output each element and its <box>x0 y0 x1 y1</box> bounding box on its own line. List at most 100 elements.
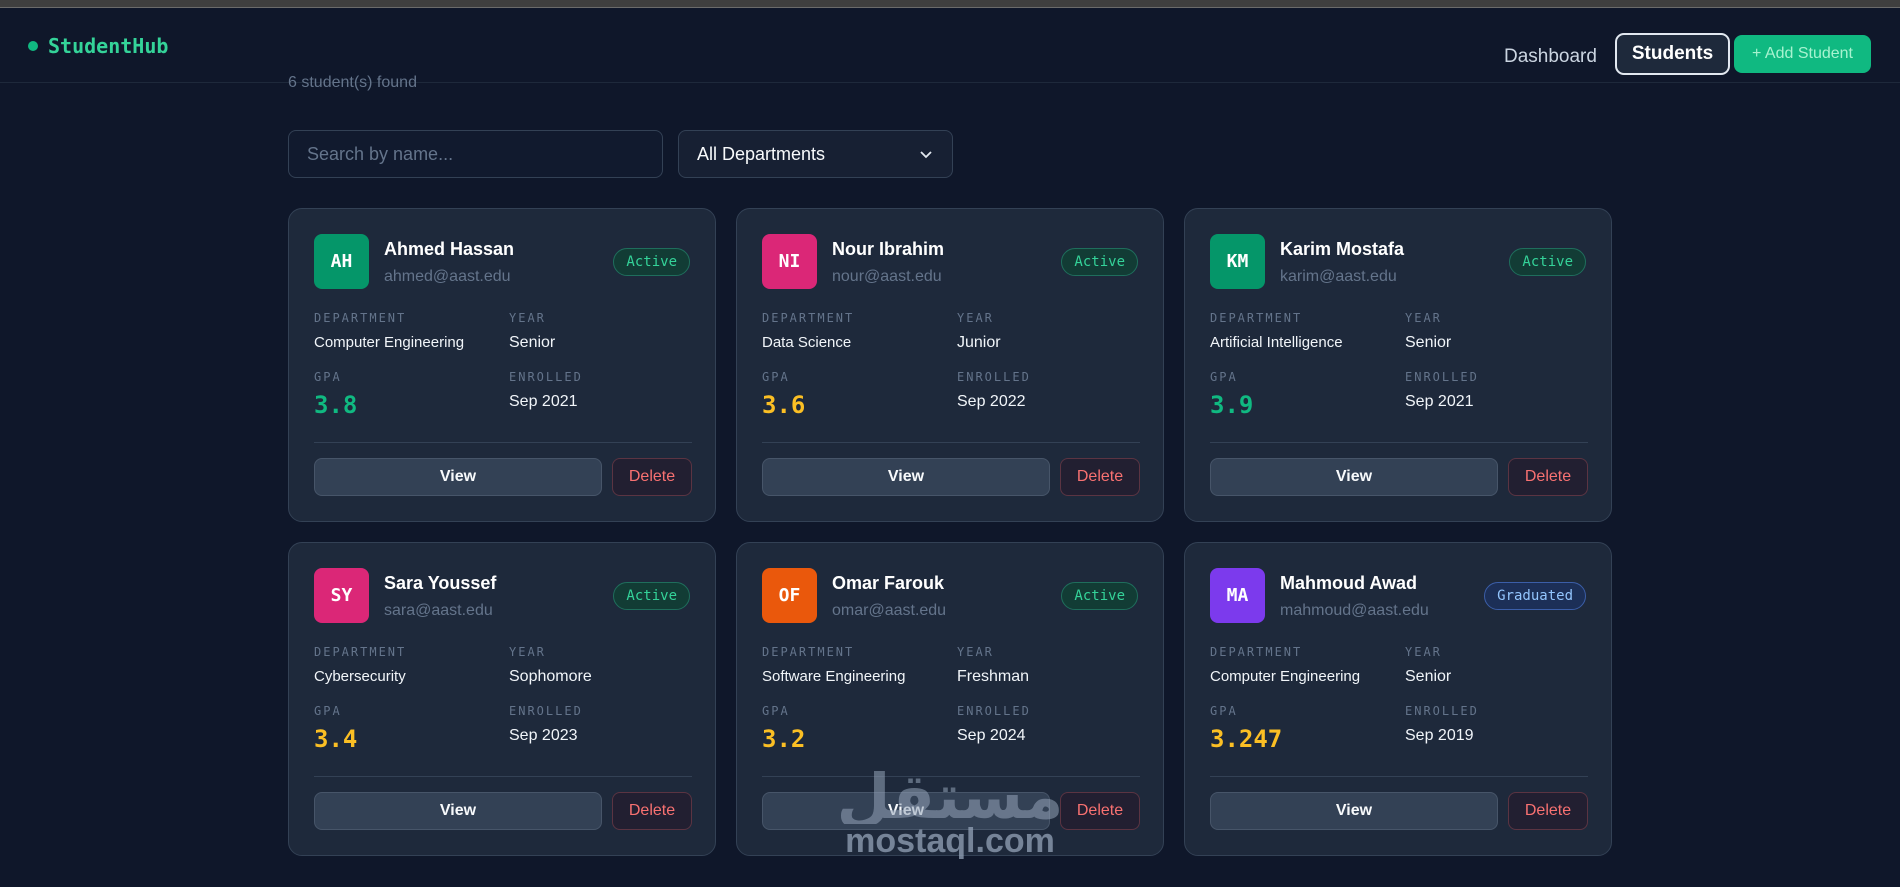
year-value: Senior <box>509 334 556 351</box>
department-label: DEPARTMENT <box>1210 311 1303 325</box>
enrolled-value: Sep 2021 <box>1405 393 1474 410</box>
student-avatar: MA <box>1210 568 1265 623</box>
department-label: DEPARTMENT <box>762 311 855 325</box>
enrolled-value: Sep 2023 <box>509 727 578 744</box>
student-email: mahmoud@aast.edu <box>1280 602 1429 619</box>
nav-students-link[interactable]: Students <box>1615 33 1730 75</box>
add-student-button[interactable]: + Add Student <box>1734 35 1871 73</box>
student-email: nour@aast.edu <box>832 268 942 285</box>
enrolled-label: ENROLLED <box>1405 704 1479 718</box>
enrolled-value: Sep 2019 <box>1405 727 1474 744</box>
student-email: sara@aast.edu <box>384 602 493 619</box>
department-label: DEPARTMENT <box>1210 645 1303 659</box>
enrolled-label: ENROLLED <box>509 704 583 718</box>
gpa-value: 3.8 <box>314 391 358 419</box>
enrolled-value: Sep 2024 <box>957 727 1026 744</box>
status-badge: Active <box>1061 248 1138 276</box>
results-count: 6 student(s) found <box>288 74 417 91</box>
gpa-value: 3.9 <box>1210 391 1254 419</box>
year-label: YEAR <box>957 311 994 325</box>
watermark-logo: مستقل <box>837 760 1064 833</box>
card-divider <box>1210 776 1588 777</box>
gpa-label: GPA <box>314 704 342 718</box>
year-label: YEAR <box>509 311 546 325</box>
student-card: KM Karim Mostafa karim@aast.edu Active D… <box>1184 208 1612 522</box>
year-label: YEAR <box>509 645 546 659</box>
department-value: Computer Engineering <box>314 334 465 351</box>
student-avatar: KM <box>1210 234 1265 289</box>
student-avatar: AH <box>314 234 369 289</box>
student-name: Sara Youssef <box>384 573 497 593</box>
department-label: DEPARTMENT <box>314 645 407 659</box>
year-value: Junior <box>957 334 1001 351</box>
student-email: omar@aast.edu <box>832 602 947 619</box>
nav-dashboard-link[interactable]: Dashboard <box>1504 46 1597 68</box>
delete-button[interactable]: Delete <box>612 458 692 496</box>
year-label: YEAR <box>957 645 994 659</box>
status-badge: Active <box>1061 582 1138 610</box>
enrolled-label: ENROLLED <box>509 370 583 384</box>
gpa-label: GPA <box>314 370 342 384</box>
delete-button[interactable]: Delete <box>612 792 692 830</box>
department-value: Artificial Intelligence <box>1210 334 1343 351</box>
student-name: Mahmoud Awad <box>1280 573 1418 593</box>
navbar: StudentHub Dashboard Students + Add Stud… <box>0 8 1900 83</box>
department-label: DEPARTMENT <box>314 311 407 325</box>
enrolled-label: ENROLLED <box>957 704 1031 718</box>
enrolled-value: Sep 2022 <box>957 393 1026 410</box>
brand[interactable]: StudentHub <box>28 34 168 58</box>
department-select-value: All Departments <box>697 143 826 164</box>
card-divider <box>762 442 1140 443</box>
department-value: Cybersecurity <box>314 668 406 685</box>
department-select[interactable]: All Departments <box>678 130 953 178</box>
enrolled-value: Sep 2021 <box>509 393 578 410</box>
student-avatar: OF <box>762 568 817 623</box>
delete-button[interactable]: Delete <box>1060 458 1140 496</box>
card-divider <box>314 776 692 777</box>
delete-button[interactable]: Delete <box>1508 792 1588 830</box>
student-card: MA Mahmoud Awad mahmoud@aast.edu Graduat… <box>1184 542 1612 856</box>
student-avatar: NI <box>762 234 817 289</box>
status-dot-icon <box>28 41 38 51</box>
watermark-url: mostaql.com <box>845 822 1055 860</box>
student-email: karim@aast.edu <box>1280 268 1397 285</box>
student-email: ahmed@aast.edu <box>384 268 511 285</box>
browser-top-strip <box>0 0 1900 8</box>
watermark: مستقل mostaql.com <box>835 760 1065 870</box>
view-button[interactable]: View <box>1210 458 1498 496</box>
student-card: AH Ahmed Hassan ahmed@aast.edu Active DE… <box>288 208 716 522</box>
status-badge: Graduated <box>1484 582 1586 610</box>
view-button[interactable]: View <box>1210 792 1498 830</box>
brand-name: StudentHub <box>48 34 169 58</box>
card-divider <box>1210 442 1588 443</box>
year-value: Sophomore <box>509 668 592 685</box>
gpa-label: GPA <box>1210 370 1238 384</box>
gpa-value: 3.6 <box>762 391 806 419</box>
view-button[interactable]: View <box>314 458 602 496</box>
year-label: YEAR <box>1405 645 1442 659</box>
department-label: DEPARTMENT <box>762 645 855 659</box>
department-value: Data Science <box>762 334 852 351</box>
card-divider <box>314 442 692 443</box>
student-name: Karim Mostafa <box>1280 239 1405 259</box>
view-button[interactable]: View <box>314 792 602 830</box>
student-name: Ahmed Hassan <box>384 239 515 259</box>
gpa-label: GPA <box>1210 704 1238 718</box>
delete-button[interactable]: Delete <box>1508 458 1588 496</box>
student-name: Omar Farouk <box>832 573 945 593</box>
view-button[interactable]: View <box>762 458 1050 496</box>
student-card: SY Sara Youssef sara@aast.edu Active DEP… <box>288 542 716 856</box>
gpa-label: GPA <box>762 704 790 718</box>
delete-button[interactable]: Delete <box>1060 792 1140 830</box>
chevron-down-icon <box>920 151 932 159</box>
year-value: Freshman <box>957 668 1030 685</box>
department-value: Software Engineering <box>762 668 906 685</box>
search-input[interactable] <box>288 130 663 178</box>
year-value: Senior <box>1405 334 1452 351</box>
gpa-value: 3.247 <box>1210 725 1283 753</box>
year-value: Senior <box>1405 668 1452 685</box>
student-avatar: SY <box>314 568 369 623</box>
status-badge: Active <box>1509 248 1586 276</box>
gpa-label: GPA <box>762 370 790 384</box>
svg-text:مستقل: مستقل <box>837 760 1064 824</box>
